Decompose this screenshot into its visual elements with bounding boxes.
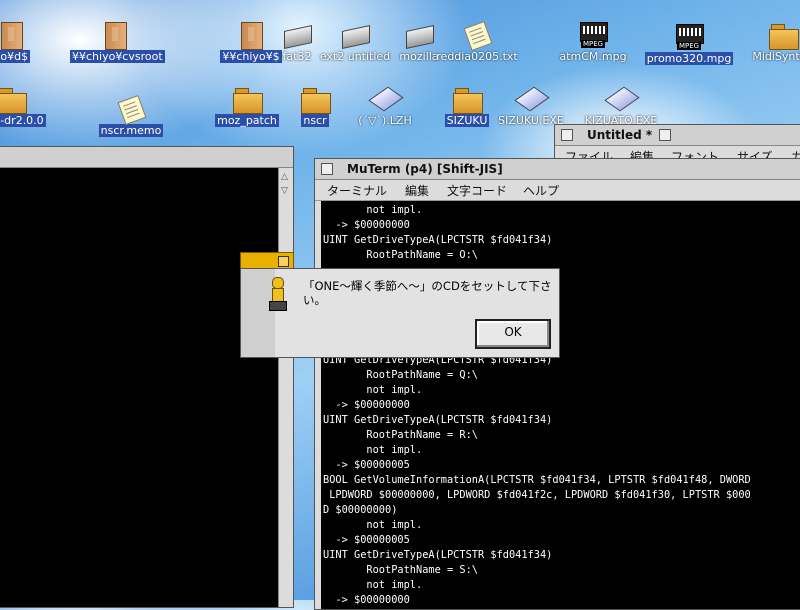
terminal-line: UINT GetDriveTypeA(LPCTSTR $fd041f34): [323, 414, 553, 426]
drive-icon: [403, 18, 435, 50]
terminal-line: -> $00000000: [323, 399, 410, 411]
box-icon: [99, 18, 131, 50]
video-icon: MPEG: [577, 18, 609, 50]
terminal-line: -> $00000000: [323, 594, 410, 606]
alert-dialog: 「ONE～輝く季節へ～」のCDをセットして下さい。 OK: [240, 268, 560, 358]
terminal-line: RootPathName = O:\: [323, 249, 478, 261]
close-box-icon[interactable]: [321, 163, 333, 175]
menu-terminal[interactable]: ターミナル: [327, 182, 387, 199]
terminal-line: RootPathName = R:\: [323, 429, 478, 441]
desktop-icon[interactable]: ¥¥chiyo¥cvsroot: [70, 18, 165, 63]
muterm-window[interactable]: MuTerm (p4) [Shift-JIS] ターミナル 編集 文字コード ヘ…: [314, 158, 800, 610]
archive-icon: [368, 82, 404, 114]
desktop-icon-label: yo¥d$: [0, 50, 31, 63]
paper-icon: [461, 18, 493, 52]
desktop-icon[interactable]: MPEG atmCM.mpg: [548, 18, 638, 63]
muterm-menubar: ターミナル 編集 文字コード ヘルプ: [315, 180, 800, 201]
desktop-icon[interactable]: SIZUKU.EXE: [486, 82, 576, 127]
zoom-box-icon[interactable]: [659, 129, 671, 141]
terminal-line: RootPathName = Q:\: [323, 369, 478, 381]
terminal-line: -> $00000005: [323, 459, 410, 471]
paper-icon: [115, 92, 147, 126]
scroll-down-arrow-icon[interactable]: ▽: [281, 186, 288, 196]
terminal-line: not impl.: [323, 204, 423, 216]
desktop-icon-label: nscr.memo: [98, 124, 164, 137]
menu-encoding[interactable]: 文字コード: [447, 182, 507, 199]
terminal-line: D $00000000): [323, 504, 398, 516]
terminal-line: -> $00000005: [323, 534, 410, 546]
terminal-line: -> $00000000: [323, 219, 410, 231]
desktop-icon[interactable]: MidiSynth1: [738, 18, 800, 63]
desktop-icon-label: MidiSynth1: [752, 50, 800, 63]
terminal-line: BOOL GetVolumeInformationA(LPCTSTR $fd04…: [323, 474, 751, 486]
desktop-icon[interactable]: yo¥d$: [0, 18, 56, 63]
desktop-icon-label: (´▽`).LZH: [358, 114, 412, 127]
desktop-icon[interactable]: rtex-dr2.0.0: [0, 82, 56, 127]
archive-icon: [514, 82, 550, 114]
desktop-icon[interactable]: nscr.memo: [86, 92, 176, 137]
terminal-line: UINT GetDriveTypeA(LPCTSTR $fd041f34): [323, 234, 553, 246]
close-box-icon[interactable]: [561, 129, 573, 141]
dialog-message: 「ONE～輝く季節へ～」のCDをセットして下さい。: [303, 279, 552, 307]
desktop-icon-label: fat32: [282, 50, 312, 63]
desktop-icon[interactable]: (´▽`).LZH: [340, 82, 430, 127]
scroll-up-arrow-icon[interactable]: △: [281, 172, 288, 182]
folder-icon: [767, 18, 799, 50]
folder-icon: [0, 82, 27, 114]
desktop-icon[interactable]: MPEG promo320.mpg: [644, 20, 734, 65]
zoom-box-icon[interactable]: [278, 256, 289, 267]
window-title: MuTerm (p4) [Shift-JIS]: [347, 162, 503, 176]
left-terminal-window[interactable]: △ ▽: [0, 146, 294, 608]
desktop-icon[interactable]: reddia0205.txt: [432, 18, 522, 63]
desktop-icon-label: SIZUKU: [444, 114, 490, 127]
folder-icon: [231, 82, 263, 114]
folder-icon: [299, 82, 331, 114]
window-title: Untitled *: [587, 128, 653, 142]
warning-icon: [269, 277, 287, 311]
left-window-titlebar[interactable]: [0, 147, 293, 168]
archive-icon: [604, 82, 640, 114]
left-window-scrollbar[interactable]: △ ▽: [278, 168, 293, 607]
menu-help[interactable]: ヘルプ: [523, 182, 559, 199]
desktop-icon-label: ¥¥chiyo¥cvsroot: [70, 50, 165, 63]
video-icon: MPEG: [673, 20, 705, 52]
desktop-icon-label: rtex-dr2.0.0: [0, 114, 46, 127]
mpeg-tag: MPEG: [677, 42, 701, 50]
terminal-line: not impl.: [323, 519, 423, 531]
terminal-line: LPDWORD $00000000, LPDWORD $fd041f2c, LP…: [323, 489, 751, 501]
drive-icon: [281, 18, 313, 50]
terminal-line: not impl.: [323, 579, 423, 591]
box-icon: [0, 18, 27, 50]
muterm-titlebar[interactable]: MuTerm (p4) [Shift-JIS]: [315, 159, 800, 180]
desktop-icon-label: nscr: [301, 114, 329, 127]
menu-edit[interactable]: 編集: [405, 182, 429, 199]
terminal-line: RootPathName = S:\: [323, 564, 478, 576]
ok-button[interactable]: OK: [475, 319, 551, 349]
mpeg-tag: MPEG: [581, 40, 605, 48]
terminal-line: UINT GetDriveTypeA(LPCTSTR $fd041f34): [323, 549, 553, 561]
desktop-icon[interactable]: KIZUATO.EXE: [576, 82, 666, 127]
terminal-line: not impl.: [323, 444, 423, 456]
desktop-icon-label: atmCM.mpg: [559, 50, 627, 63]
drive-icon: [339, 18, 371, 50]
desktop-icon-label: promo320.mpg: [644, 52, 734, 65]
terminal-line: not impl.: [323, 384, 423, 396]
desktop-icon-label: reddia0205.txt: [436, 50, 518, 63]
folder-icon: [451, 82, 483, 114]
terminal-output[interactable]: not impl. -> $00000000 UINT GetDriveTypeA…: [321, 201, 800, 609]
untitled-titlebar[interactable]: Untitled *: [555, 125, 800, 146]
